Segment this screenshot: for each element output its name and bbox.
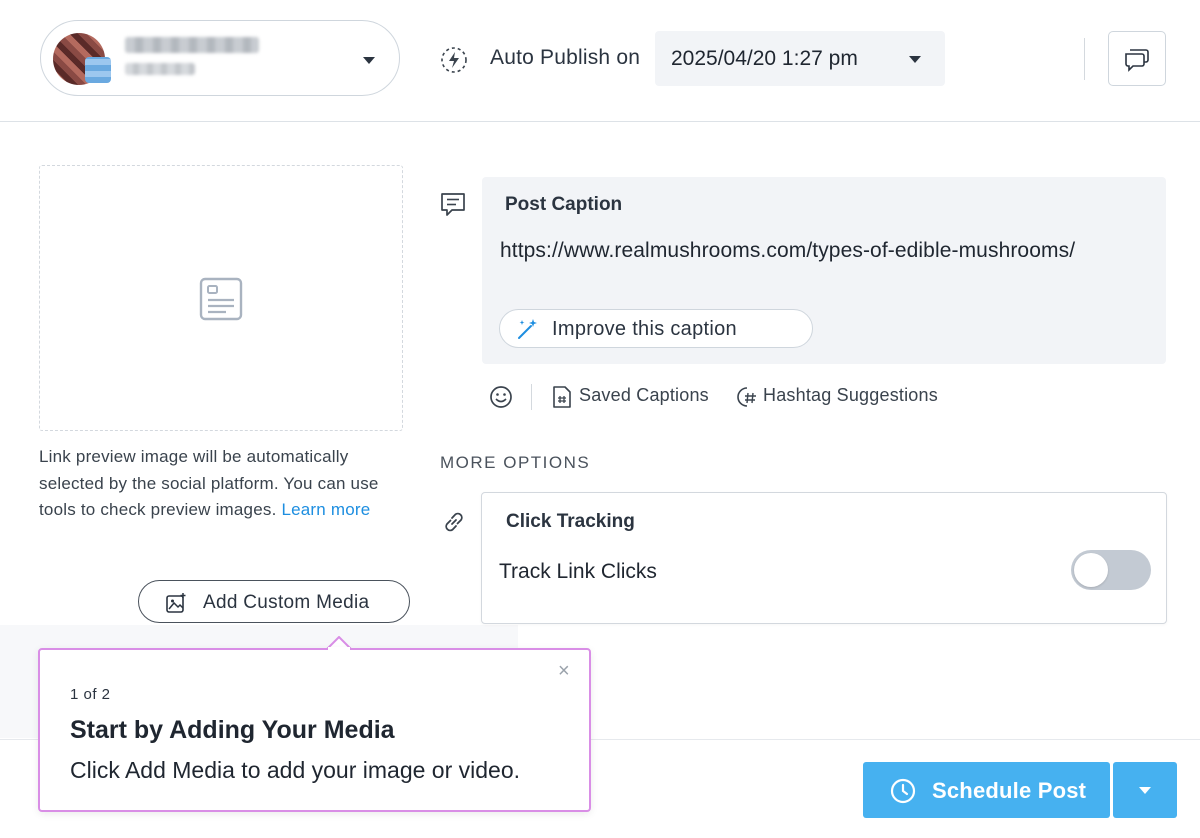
emoji-icon[interactable] [488,384,514,410]
chevron-down-icon [1139,787,1151,794]
add-custom-media-button[interactable]: Add Custom Media [138,580,410,623]
link-preview-placeholder-icon [199,277,243,321]
track-link-clicks-label: Track Link Clicks [499,560,657,583]
schedule-datetime-select[interactable]: 2025/04/20 1:27 pm [655,31,945,86]
image-add-icon [166,593,186,613]
comments-button[interactable] [1108,31,1166,86]
auto-publish-icon [441,47,467,73]
onboarding-tooltip: × 1 of 2 Start by Adding Your Media Clic… [38,648,591,812]
schedule-post-label: Schedule Post [932,778,1087,803]
tooltip-body: Click Add Media to add your image or vid… [70,757,521,783]
post-caption-title: Post Caption [505,194,623,215]
schedule-datetime-value: 2025/04/20 1:27 pm [671,47,858,70]
saved-captions-button[interactable]: Saved Captions [579,385,709,406]
account-handle-redacted [125,63,195,75]
magic-wand-icon [518,319,537,339]
close-icon[interactable]: × [558,660,570,683]
header-divider [1084,38,1085,80]
schedule-options-dropdown[interactable] [1113,762,1177,818]
tooltip-title: Start by Adding Your Media [70,716,395,744]
add-custom-media-label: Add Custom Media [203,592,370,613]
post-caption-panel[interactable]: Post Caption https://www.realmushrooms.c… [482,177,1166,364]
account-selector[interactable] [40,20,400,96]
auto-publish-label: Auto Publish on [490,46,641,69]
network-badge-icon [85,57,111,83]
learn-more-link[interactable]: Learn more [281,500,370,519]
post-caption-input[interactable]: https://www.realmushrooms.com/types-of-e… [500,239,1075,263]
hashtag-suggestions-button[interactable]: Hashtag Suggestions [763,385,938,406]
click-tracking-title: Click Tracking [506,511,635,532]
clock-icon [890,778,916,804]
account-name-redacted [125,37,259,53]
improve-caption-button[interactable]: Improve this caption [499,309,813,348]
more-options-heading: MORE OPTIONS [440,453,591,472]
tooltip-arrow-join [328,647,350,651]
hashtag-suggestions-icon [737,387,756,407]
schedule-post-button[interactable]: Schedule Post [863,762,1110,818]
click-tracking-card: Click Tracking Track Link Clicks [481,492,1167,624]
link-preview-note: Link preview image will be automatically… [39,444,407,524]
tooltip-step-counter: 1 of 2 [70,686,111,703]
track-link-clicks-toggle[interactable] [1071,550,1151,590]
toolbar-divider [531,384,532,410]
toggle-knob [1074,553,1108,587]
chevron-down-icon [909,56,921,63]
comments-icon [1125,49,1149,72]
caption-icon [441,193,465,216]
improve-caption-label: Improve this caption [552,318,737,340]
link-icon [445,512,463,532]
saved-captions-icon [553,386,571,408]
chevron-down-icon [363,57,375,64]
